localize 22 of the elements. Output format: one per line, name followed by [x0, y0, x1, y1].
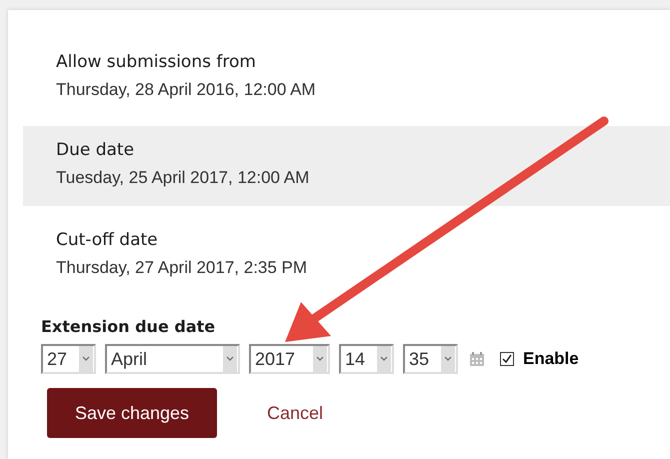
date-label: Cut-off date: [56, 230, 159, 250]
dropdown[interactable]: April: [105, 344, 240, 374]
caret-icon: [441, 346, 455, 372]
dropdown[interactable]: 2017: [249, 344, 330, 374]
date-value: Thursday, 28 April 2016, 12:00 AM: [56, 80, 317, 100]
caret-icon: [313, 346, 327, 372]
calendar-icon[interactable]: [469, 351, 485, 367]
date-label: Due date: [56, 140, 136, 160]
save-button[interactable]: Save changes: [47, 388, 217, 438]
extension-label: Extension due date: [41, 317, 216, 336]
dropdown[interactable]: 27: [41, 344, 96, 374]
caret-icon: [223, 346, 237, 372]
cancel-button[interactable]: Cancel: [257, 396, 334, 430]
caret-icon: [377, 346, 391, 372]
date-label: Allow submissions from: [56, 52, 257, 72]
date-value: Tuesday, 25 April 2017, 12:00 AM: [56, 168, 310, 188]
dropdown[interactable]: 14: [339, 344, 394, 374]
checkbox[interactable]: [500, 352, 514, 366]
date-value: Thursday, 27 April 2017, 2:35 PM: [56, 258, 308, 278]
caret-icon: [79, 346, 93, 372]
enable-label: Enable: [523, 349, 579, 369]
dropdown[interactable]: 35: [403, 344, 458, 374]
